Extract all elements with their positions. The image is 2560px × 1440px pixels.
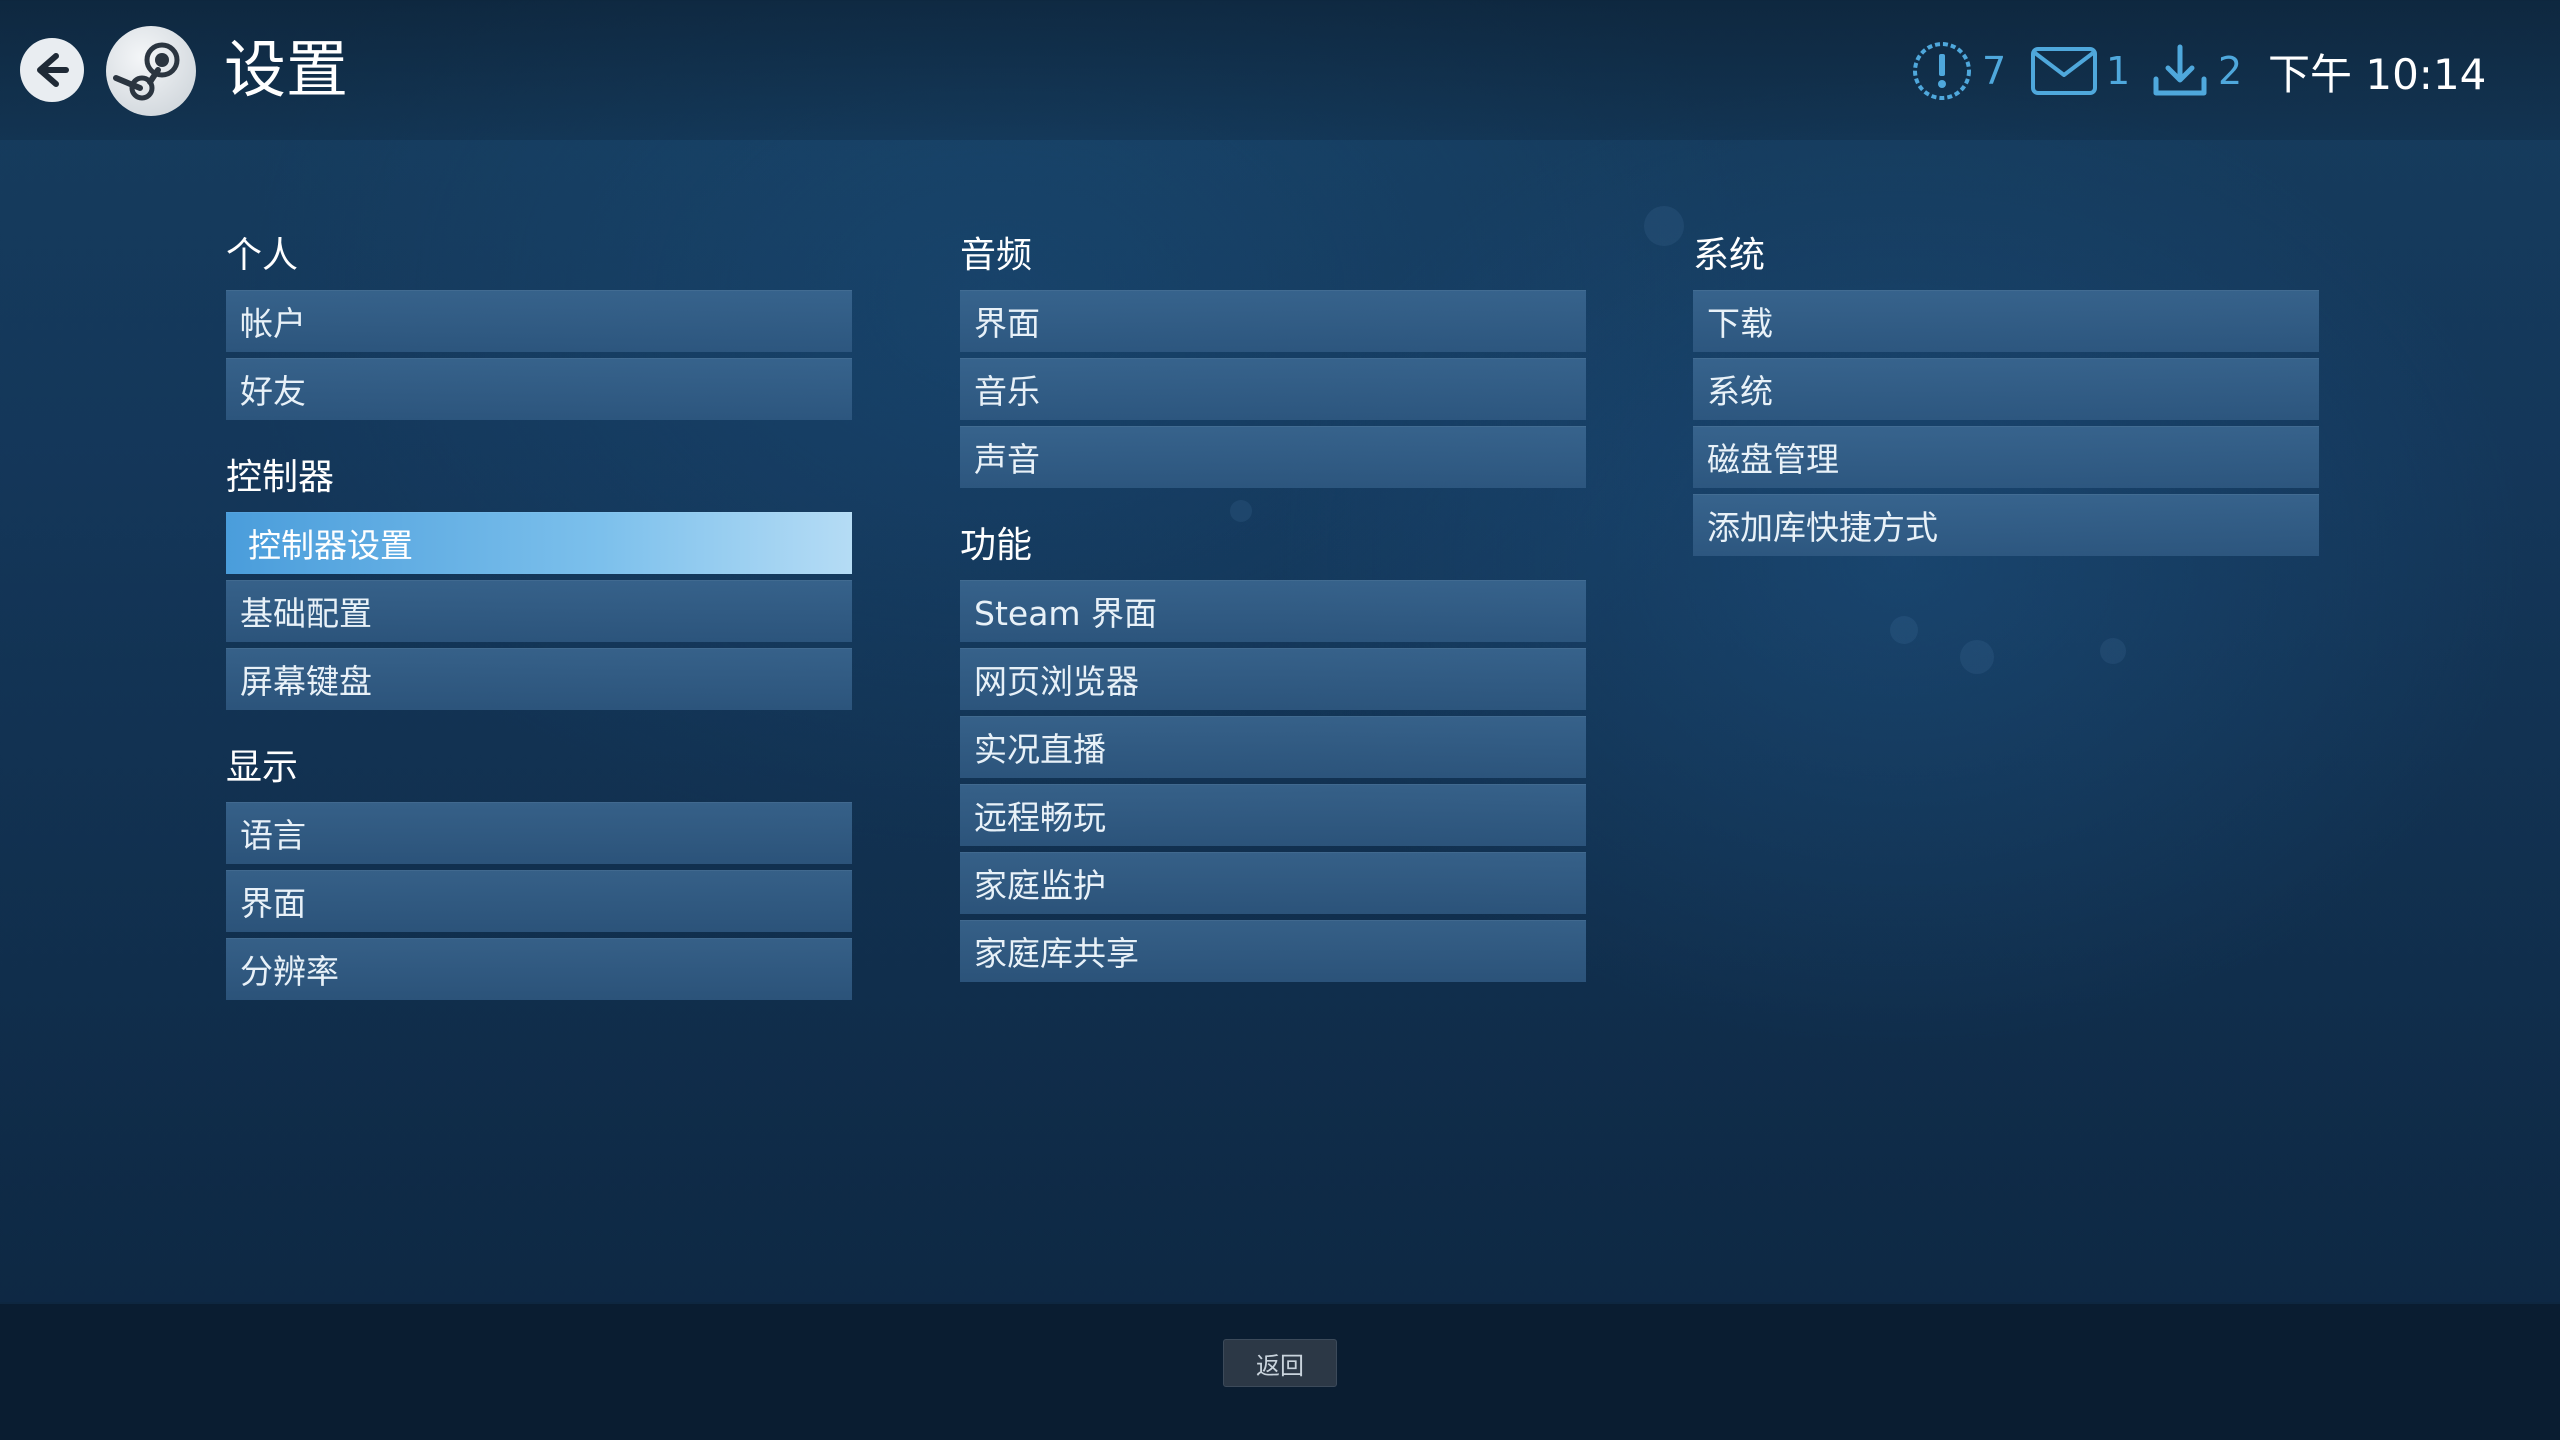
menu-item-broadcasting[interactable]: 实况直播 bbox=[960, 716, 1586, 778]
menu-item-account[interactable]: 帐户 bbox=[226, 290, 852, 352]
downloads-count: 2 bbox=[2218, 49, 2243, 93]
menu-item-web-browser[interactable]: 网页浏览器 bbox=[960, 648, 1586, 710]
menu-item-family-view[interactable]: 家庭监护 bbox=[960, 852, 1586, 914]
messages-count: 1 bbox=[2106, 49, 2131, 93]
menu-item-resolution[interactable]: 分辨率 bbox=[226, 938, 852, 1000]
back-button[interactable] bbox=[20, 38, 84, 102]
bokeh-decoration bbox=[1960, 640, 1994, 674]
back-arrow-icon bbox=[37, 53, 69, 87]
menu-item-storage-manager[interactable]: 磁盘管理 bbox=[1693, 426, 2319, 488]
menu-item-controller-settings[interactable]: 控制器设置 bbox=[226, 512, 852, 574]
top-bar: 设置 7 1 2 下午 10:14 bbox=[0, 0, 2560, 140]
section-title-display: 显示 bbox=[226, 747, 299, 788]
menu-item-display-interface[interactable]: 界面 bbox=[226, 870, 852, 932]
steam-logo[interactable] bbox=[106, 26, 196, 116]
menu-item-friends[interactable]: 好友 bbox=[226, 358, 852, 420]
downloads-button[interactable]: 2 bbox=[2150, 36, 2242, 106]
page-title: 设置 bbox=[224, 33, 349, 106]
bokeh-decoration bbox=[2100, 638, 2126, 664]
menu-item-add-library-shortcut[interactable]: 添加库快捷方式 bbox=[1693, 494, 2319, 556]
section-title-system: 系统 bbox=[1693, 235, 1766, 276]
clock: 下午 10:14 bbox=[2268, 49, 2487, 99]
messages-button[interactable]: 1 bbox=[2030, 36, 2130, 106]
menu-item-audio-interface[interactable]: 界面 bbox=[960, 290, 1586, 352]
settings-column-1: 个人 帐户 好友 控制器 控制器设置 基础配置 屏幕键盘 显示 语言 界面 分辨… bbox=[226, 228, 852, 1006]
menu-item-downloads[interactable]: 下载 bbox=[1693, 290, 2319, 352]
steam-logo-icon bbox=[113, 42, 180, 101]
menu-item-family-library-sharing[interactable]: 家庭库共享 bbox=[960, 920, 1586, 982]
settings-column-2: 音频 界面 音乐 声音 功能 Steam 界面 网页浏览器 实况直播 远程畅玩 … bbox=[960, 228, 1586, 988]
menu-item-onscreen-keyboard[interactable]: 屏幕键盘 bbox=[226, 648, 852, 710]
section-title-controller: 控制器 bbox=[226, 457, 335, 498]
menu-item-sound[interactable]: 声音 bbox=[960, 426, 1586, 488]
settings-column-3: 系统 下载 系统 磁盘管理 添加库快捷方式 bbox=[1693, 228, 2319, 562]
menu-item-base-configuration[interactable]: 基础配置 bbox=[226, 580, 852, 642]
alerts-button[interactable]: 7 bbox=[1910, 36, 2006, 106]
menu-item-steam-interface[interactable]: Steam 界面 bbox=[960, 580, 1586, 642]
bokeh-decoration bbox=[1890, 616, 1918, 644]
mail-icon bbox=[2031, 47, 2097, 95]
alerts-count: 7 bbox=[1982, 49, 2007, 93]
alert-badge-icon bbox=[1913, 42, 1971, 100]
footer-back-button[interactable]: 返回 bbox=[1223, 1339, 1337, 1387]
section-title-personal: 个人 bbox=[226, 235, 299, 276]
bokeh-decoration bbox=[1644, 206, 1684, 246]
menu-item-music[interactable]: 音乐 bbox=[960, 358, 1586, 420]
section-title-audio: 音频 bbox=[960, 235, 1033, 276]
menu-item-remote-play[interactable]: 远程畅玩 bbox=[960, 784, 1586, 846]
download-icon bbox=[2153, 44, 2207, 96]
menu-item-system[interactable]: 系统 bbox=[1693, 358, 2319, 420]
section-title-features: 功能 bbox=[960, 525, 1033, 566]
menu-item-language[interactable]: 语言 bbox=[226, 802, 852, 864]
